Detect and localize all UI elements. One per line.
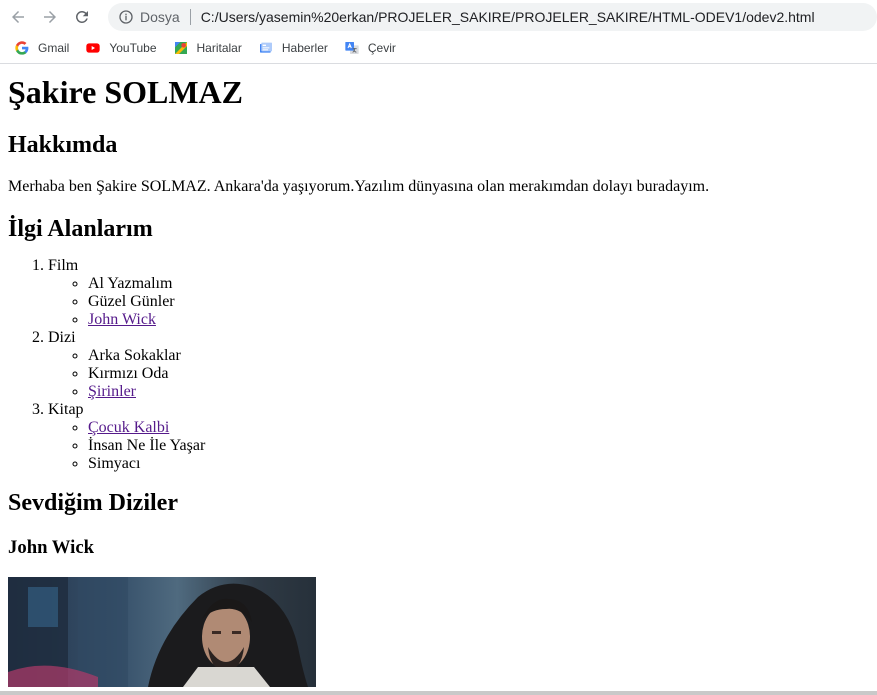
item-text: İnsan Ne İle Yaşar: [88, 437, 206, 454]
item-text: Kırmızı Oda: [88, 365, 169, 382]
bookmark-youtube[interactable]: YouTube: [85, 40, 157, 56]
about-heading: Hakkımda: [8, 132, 118, 158]
bookmark-gmail[interactable]: Gmail: [14, 40, 69, 56]
item-text: Simyacı: [88, 455, 141, 472]
bookmark-label: Haritalar: [196, 41, 242, 55]
poster-illustration: [8, 577, 308, 687]
page-title: Şakire SOLMAZ: [8, 74, 243, 110]
sirinler-link[interactable]: Şirinler: [88, 383, 136, 400]
bookmark-news[interactable]: Haberler: [258, 40, 328, 56]
news-icon: [259, 42, 272, 53]
interest-category: Kitap Çocuk Kalbi İnsan Ne İle Yaşar Sim…: [48, 401, 869, 473]
john-wick-poster-image: [8, 577, 316, 687]
reload-button[interactable]: [68, 3, 96, 31]
favorites-heading: Sevdiğim Diziler: [8, 490, 178, 516]
interest-category: Film Al Yazmalım Güzel Günler John Wick: [48, 257, 869, 329]
arrow-right-icon: [44, 10, 56, 23]
category-label: Kitap: [48, 401, 84, 418]
bookmark-label: Haberler: [281, 41, 328, 55]
interests-heading: İlgi Alanlarım: [8, 216, 153, 242]
list-item: Simyacı: [88, 455, 869, 473]
google-icon: [15, 41, 29, 55]
bookmark-label: Gmail: [38, 41, 70, 55]
address-separator: [189, 8, 191, 25]
info-icon[interactable]: [118, 9, 134, 25]
list-item: Güzel Günler: [88, 293, 869, 311]
item-text: Güzel Günler: [88, 293, 175, 310]
john-wick-link[interactable]: John Wick: [88, 311, 156, 328]
list-item: Arka Sokaklar: [88, 347, 869, 365]
bookmark-label: Çevir: [367, 41, 396, 55]
category-items: Çocuk Kalbi İnsan Ne İle Yaşar Simyacı: [48, 419, 869, 473]
youtube-icon: [86, 43, 101, 53]
browser-toolbar: Dosya C:/Users/yasemin%20erkan/PROJELER_…: [0, 0, 877, 33]
horizontal-scrollbar[interactable]: [0, 691, 877, 695]
item-text: Arka Sokaklar: [88, 347, 181, 364]
site-security-label[interactable]: Dosya: [140, 9, 180, 25]
bookmark-label: YouTube: [109, 41, 157, 55]
cocuk-kalbi-link[interactable]: Çocuk Kalbi: [88, 419, 169, 436]
bookmarks-bar: Gmail YouTube Haritalar Haberler Çevir: [0, 33, 877, 64]
item-text: Al Yazmalım: [88, 275, 173, 292]
forward-button[interactable]: [36, 3, 64, 31]
list-item: Al Yazmalım: [88, 275, 869, 293]
list-item: Çocuk Kalbi: [88, 419, 869, 437]
interests-list: Film Al Yazmalım Güzel Günler John Wick …: [8, 257, 869, 473]
category-items: Arka Sokaklar Kırmızı Oda Şirinler: [48, 347, 869, 401]
bookmark-translate[interactable]: Çevir: [344, 40, 396, 56]
category-label: Dizi: [48, 329, 76, 346]
list-item: Şirinler: [88, 383, 869, 401]
list-item: John Wick: [88, 311, 869, 329]
bookmark-maps[interactable]: Haritalar: [173, 40, 242, 56]
address-bar[interactable]: Dosya C:/Users/yasemin%20erkan/PROJELER_…: [108, 2, 877, 31]
url-text[interactable]: C:/Users/yasemin%20erkan/PROJELER_SAKIRE…: [201, 9, 815, 25]
back-button[interactable]: [4, 3, 32, 31]
category-items: Al Yazmalım Güzel Günler John Wick: [48, 275, 869, 329]
about-text: Merhaba ben Şakire SOLMAZ. Ankara'da yaş…: [8, 178, 710, 195]
translate-icon: [345, 42, 359, 54]
list-item: Kırmızı Oda: [88, 365, 869, 383]
interest-category: Dizi Arka Sokaklar Kırmızı Oda Şirinler: [48, 329, 869, 401]
show-heading: John Wick: [8, 537, 95, 558]
category-label: Film: [48, 257, 79, 274]
page-content: Şakire SOLMAZ Hakkımda Merhaba ben Şakir…: [0, 74, 877, 687]
maps-icon: [174, 42, 187, 54]
list-item: İnsan Ne İle Yaşar: [88, 437, 869, 455]
arrow-left-icon: [12, 10, 24, 23]
reload-icon: [75, 10, 88, 23]
